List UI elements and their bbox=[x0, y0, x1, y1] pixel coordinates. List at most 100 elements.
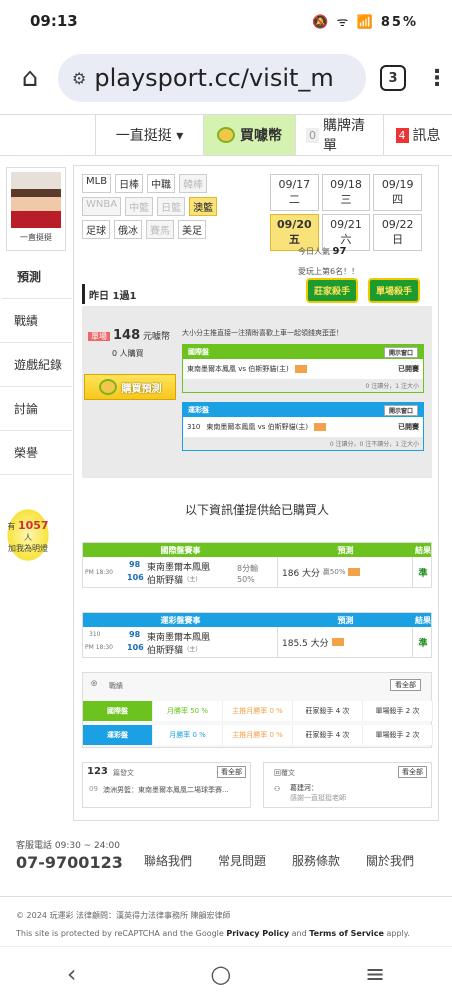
service-phone: 07-9700123 bbox=[16, 853, 123, 872]
price-info: 單場 148 元噱幣 bbox=[88, 328, 170, 343]
home-circle-icon[interactable]: ○ bbox=[210, 960, 231, 988]
date-tab-0[interactable]: 09/17 二 bbox=[270, 174, 319, 211]
league-tab-a-1[interactable]: 日棒 bbox=[115, 174, 144, 193]
today-popularity: 今日人氣 97 bbox=[298, 246, 347, 257]
buy-prediction-button[interactable]: 購買預測 bbox=[84, 374, 176, 400]
home-icon[interactable]: ⌂ bbox=[12, 60, 48, 96]
coin-icon bbox=[217, 127, 235, 143]
side-menu-predict[interactable]: 預測 bbox=[0, 255, 72, 299]
prediction-panel: 單場 148 元噱幣 0 人購買 購買預測 大小分主推直接一注猜盼喜歡上車一起領錢… bbox=[82, 306, 432, 478]
site-settings-icon[interactable]: ⚙ bbox=[72, 69, 86, 88]
buy-coins-button[interactable]: 買噱幣 bbox=[204, 115, 296, 155]
buyers-only-notice: 以下資訊僅提供給已購買人 bbox=[184, 503, 329, 517]
trophy-icon: ◎ bbox=[91, 679, 98, 687]
posts-box: 123 篇發文 看全部 09 澳洲男籃：東南墨爾本鳳凰二場球季賽... bbox=[82, 762, 251, 808]
profile-card[interactable]: 一直挺挺 bbox=[6, 167, 66, 251]
back-icon[interactable]: ‹ bbox=[67, 960, 77, 988]
lottery-result: 準 bbox=[418, 638, 428, 649]
footer-link-about[interactable]: 關於我們 bbox=[366, 852, 414, 869]
league-tab-b-3[interactable]: 澳籃 bbox=[189, 197, 218, 216]
intl-match: 東南墨爾本鳳凰 vs 伯斯野貓(主) bbox=[187, 365, 289, 373]
posts-more-button[interactable]: 看全部 bbox=[217, 766, 246, 778]
today-rank: 愛玩上第6名！！ bbox=[298, 267, 360, 276]
league-tab-a-3[interactable]: 韓棒 bbox=[179, 174, 208, 193]
service-hours: 客服電話 09:30 ~ 24:00 07-9700123 bbox=[16, 838, 144, 872]
more-menu-icon[interactable]: ⋮ bbox=[426, 66, 448, 91]
league-tab-b-1[interactable]: 中籃 bbox=[125, 197, 154, 216]
league-tab-a-0[interactable]: MLB bbox=[82, 174, 112, 193]
replies-box: 回覆文 看全部 ⚇ 葛建河： 感謝一直挺挺老師 bbox=[263, 762, 432, 808]
prediction-main: MLB 日棒 中職 韓棒 WNBA 中籃 日籃 澳籃 足球 俄冰 賽馬 美足 09/17 二 09/… bbox=[73, 165, 439, 821]
intl-result: 準 bbox=[418, 568, 428, 579]
main-pick-icon bbox=[331, 638, 344, 646]
date-selector: 09/17 二 09/18 三 09/19 四 09/20 五 09/21 六 09/22… bbox=[270, 174, 422, 251]
prediction-description: 大小分主推直接一注猜盼喜歡上車一起領錢爽歪歪！ bbox=[182, 329, 343, 337]
messages-link[interactable]: 4 訊息 bbox=[384, 115, 452, 155]
recents-icon[interactable]: ≡ bbox=[365, 960, 385, 988]
table-row: PM 18:30 98 東南墨爾本鳳凰 106 伯斯野貓 (主) 8分輸 50%… bbox=[83, 557, 431, 587]
coin-icon bbox=[98, 379, 117, 395]
lottery-match: 東南墨爾本鳳凰 vs 伯斯野貓(主) bbox=[206, 423, 309, 431]
date-tab-1[interactable]: 09/18 三 bbox=[321, 174, 371, 211]
stats-lottery-row: 運彩盤 月勝率 0 % 主推月勝率 0 % 莊家殺手 4 次 單場殺手 2 次 bbox=[83, 725, 433, 745]
side-menu: 預測 戰績 遊戲紀錄 討論 榮譽 bbox=[0, 255, 72, 475]
user-dropdown[interactable]: 一直挺挺 ▾ bbox=[96, 115, 204, 155]
replies-more-button[interactable]: 看全部 bbox=[398, 766, 427, 778]
post-item[interactable]: 澳洲男籃：東南墨爾本鳳凰二場球季賽... bbox=[103, 785, 231, 795]
reply-item[interactable]: 葛建河： bbox=[290, 783, 318, 793]
intl-open-button[interactable]: 開示窗口 bbox=[383, 346, 418, 358]
profile-sidebar: 一直挺挺 預測 戰績 遊戲紀錄 討論 榮譽 有 1057 人 加我為明燈 bbox=[0, 165, 72, 565]
intl-result-table: 國際盤賽事 預測 結果 PM 18:30 98 東南墨爾本鳳凰 106 伯斯野貓 (… bbox=[82, 542, 432, 588]
url-bar[interactable]: ⚙ playsport.cc/visit_m bbox=[58, 54, 366, 102]
side-menu-game-log[interactable]: 遊戲紀錄 bbox=[0, 343, 72, 387]
intl-prediction: 186 大分 bbox=[282, 568, 321, 579]
status-time: 09:13 bbox=[30, 12, 78, 30]
browser-toolbar: ⌂ ⚙ playsport.cc/visit_m 3 ⋮ bbox=[0, 42, 452, 114]
stats-intl-row: 國際盤 月勝率 50 % 主推月勝率 0 % 莊家殺手 4 次 單場殺手 2 次 bbox=[83, 701, 433, 721]
lottery-open-button[interactable]: 開示窗口 bbox=[383, 404, 418, 416]
league-tab-b-2[interactable]: 日籃 bbox=[157, 197, 186, 216]
date-tab-5[interactable]: 09/22 日 bbox=[373, 214, 422, 251]
footer-link-terms[interactable]: 服務條款 bbox=[292, 852, 340, 869]
lock-icon bbox=[314, 423, 327, 431]
cart-link[interactable]: 0 購牌清單 bbox=[296, 115, 384, 155]
side-menu-honor[interactable]: 榮譽 bbox=[0, 431, 72, 475]
cart-count: 0 bbox=[306, 127, 319, 143]
stats-more-button[interactable]: 看全部 bbox=[390, 679, 421, 691]
lock-icon bbox=[294, 365, 307, 373]
message-count: 4 bbox=[395, 127, 409, 143]
side-menu-record[interactable]: 戰績 bbox=[0, 299, 72, 343]
date-tab-2[interactable]: 09/19 四 bbox=[373, 174, 422, 211]
stats-summary: ◎ 戰績 看全部 國際盤 月勝率 50 % 主推月勝率 0 % 莊家殺手 4 次… bbox=[82, 672, 433, 748]
footer-link-contact[interactable]: 聯絡我們 bbox=[144, 852, 192, 869]
avatar bbox=[11, 172, 61, 228]
honor-badges: 莊家殺手 單場殺手 bbox=[306, 278, 430, 303]
main-pick-icon bbox=[348, 568, 361, 576]
profile-name: 一直挺挺 bbox=[20, 233, 52, 242]
lottery-prediction: 185.5 大分 bbox=[282, 638, 329, 649]
site-footer: 客服電話 09:30 ~ 24:00 07-9700123 聯絡我們 常見問題 服… bbox=[0, 838, 452, 943]
footer-link-faq[interactable]: 常見問題 bbox=[218, 852, 266, 869]
league-tab-c-0[interactable]: 足球 bbox=[82, 220, 110, 239]
bulb-icon[interactable]: 有 1057 人 加我為明燈 bbox=[4, 505, 52, 565]
site-top-nav: 一直挺挺 ▾ 買噱幣 0 購牌清單 4 訊息 bbox=[0, 114, 452, 156]
terms-link[interactable]: Terms of Service bbox=[309, 929, 384, 938]
league-selector: MLB 日棒 中職 韓棒 WNBA 中籃 日籃 澳籃 足球 俄冰 賽馬 美足 bbox=[82, 174, 262, 243]
table-row: 310 PM 18:30 98 東南墨爾本鳳凰 106 伯斯野貓 (主) 185… bbox=[83, 627, 431, 657]
league-tab-a-2[interactable]: 中職 bbox=[147, 174, 176, 193]
posts-area: 123 篇發文 看全部 09 澳洲男籃：東南墨爾本鳳凰二場球季賽... 回覆文 … bbox=[82, 762, 432, 808]
android-nav-bar: ‹ ○ ≡ bbox=[0, 946, 452, 1000]
league-tab-c-2[interactable]: 賽馬 bbox=[146, 220, 174, 239]
league-tab-c-1[interactable]: 俄冰 bbox=[114, 220, 142, 239]
battery-level: 85% bbox=[380, 15, 418, 30]
tab-switcher-button[interactable]: 3 bbox=[380, 65, 406, 91]
status-icons: 🔕 ᯤ 📶 85% bbox=[312, 15, 418, 30]
side-menu-discussion[interactable]: 討論 bbox=[0, 387, 72, 431]
status-bar: 09:13 🔕 ᯤ 📶 85% bbox=[0, 0, 452, 42]
league-tab-b-0[interactable]: WNBA bbox=[82, 197, 122, 216]
privacy-policy-link[interactable]: Privacy Policy bbox=[226, 929, 289, 938]
price-value: 148 bbox=[113, 328, 141, 343]
copyright: © 2024 玩運彩 法律顧問：漢英得力法律事務所 陳韻宏律師 This sit… bbox=[0, 896, 452, 943]
league-tab-c-3[interactable]: 美足 bbox=[178, 220, 206, 239]
badge-bookie-killer: 莊家殺手 bbox=[306, 278, 359, 303]
